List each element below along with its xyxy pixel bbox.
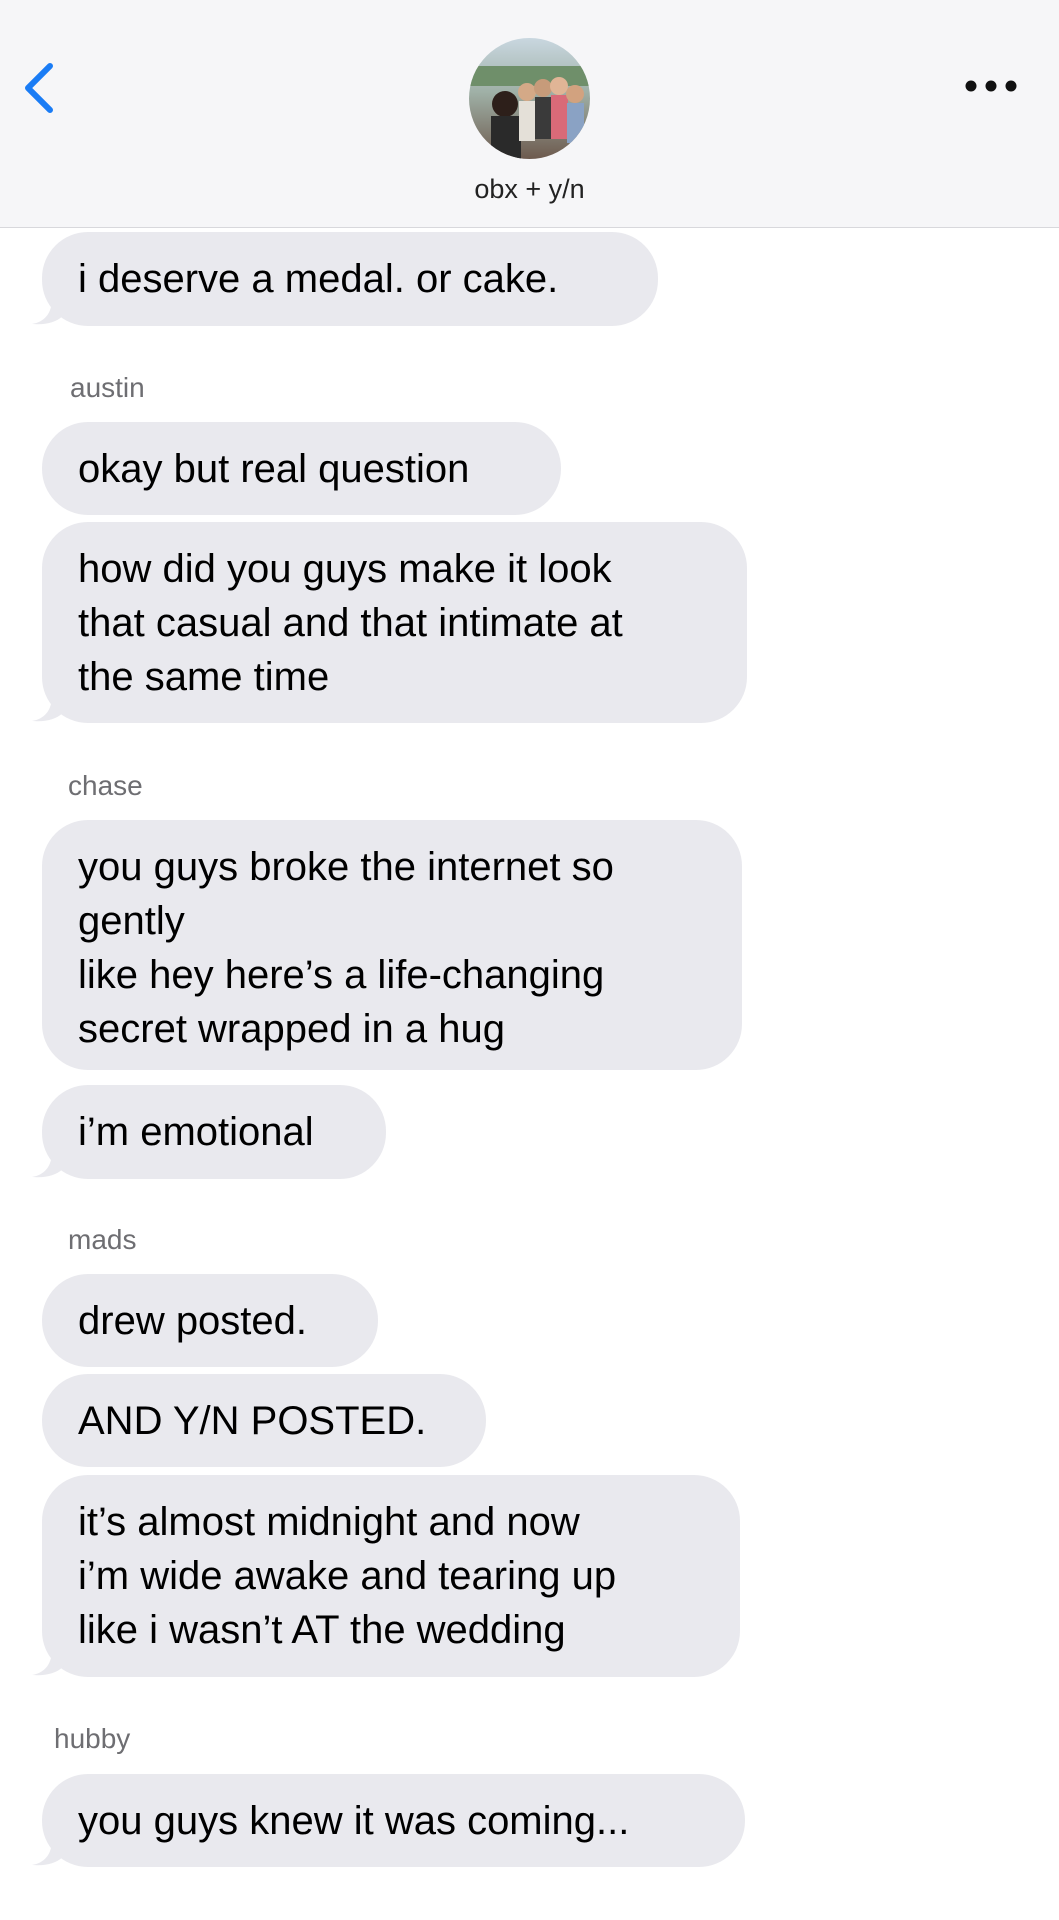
- sender-name: austin: [70, 372, 145, 403]
- conversation-title[interactable]: obx + y/n: [0, 174, 1059, 205]
- bubble-tail: [32, 1839, 70, 1866]
- message-bubble[interactable]: i’m emotional: [42, 1085, 386, 1179]
- bubble-tail: [32, 695, 70, 722]
- group-photo-image: [469, 38, 590, 159]
- message-bubble[interactable]: okay but real question: [42, 422, 561, 515]
- message-bubble[interactable]: you guys knew it was coming...: [42, 1774, 745, 1867]
- sender-name: hubby: [54, 1723, 131, 1754]
- chevron-left-icon: [25, 63, 53, 113]
- message-bubble[interactable]: drew posted.: [42, 1274, 378, 1367]
- message-bubble[interactable]: how did you guys make it look that casua…: [42, 522, 747, 723]
- group-avatar[interactable]: [469, 38, 590, 159]
- bubble-tail: [32, 1649, 70, 1676]
- bubble-tail: [32, 298, 70, 325]
- message-bubble[interactable]: it’s almost midnight and now i’m wide aw…: [42, 1475, 740, 1677]
- bubble-tail: [32, 1151, 70, 1178]
- message-bubble[interactable]: AND Y/N POSTED.: [42, 1374, 486, 1467]
- back-button[interactable]: [18, 58, 62, 118]
- message-bubble[interactable]: i deserve a medal. or cake.: [42, 232, 658, 326]
- more-options-button[interactable]: [963, 74, 1019, 98]
- message-bubble[interactable]: you guys broke the internet so gently li…: [42, 820, 742, 1070]
- ellipsis-icon: [965, 80, 1017, 92]
- message-list[interactable]: i deserve a medal. or cake. austin okay …: [0, 229, 1059, 1920]
- sender-name: chase: [68, 770, 143, 801]
- chat-header: obx + y/n: [0, 0, 1059, 228]
- sender-name: mads: [68, 1224, 137, 1255]
